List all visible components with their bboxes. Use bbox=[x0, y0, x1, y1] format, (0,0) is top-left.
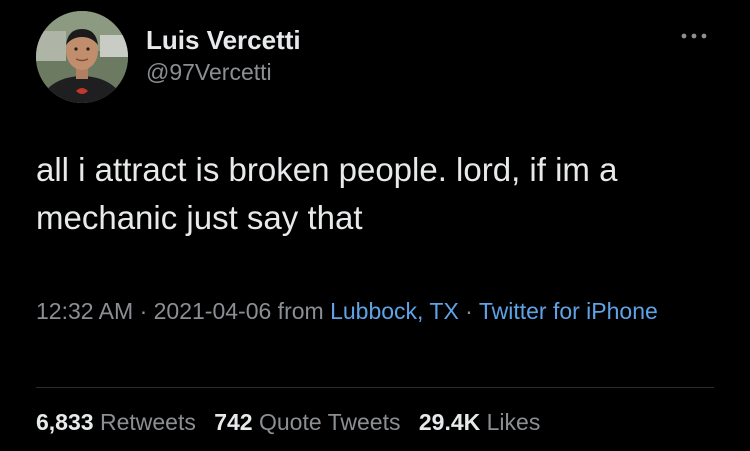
meta-separator-2: · bbox=[458, 298, 479, 324]
more-horizontal-icon[interactable] bbox=[678, 28, 710, 44]
avatar-photo bbox=[36, 11, 128, 103]
likes-label: Likes bbox=[486, 409, 541, 435]
tweet-card: Luis Vercetti @97Vercetti all i attract … bbox=[0, 0, 750, 451]
avatar[interactable] bbox=[36, 11, 128, 103]
tweet-date[interactable]: 2021-04-06 bbox=[154, 298, 272, 324]
tweet-text: all i attract is broken people. lord, if… bbox=[36, 151, 618, 236]
likes-stat[interactable]: 29.4K Likes bbox=[419, 409, 540, 435]
retweets-label: Retweets bbox=[99, 409, 196, 435]
tweet-metadata: 12:32 AM · 2021-04-06 from Lubbock, TX ·… bbox=[36, 293, 726, 330]
quote-tweets-count: 742 bbox=[214, 409, 253, 435]
retweets-stat[interactable]: 6,833 Retweets bbox=[36, 409, 196, 435]
likes-count: 29.4K bbox=[418, 409, 481, 435]
tweet-time[interactable]: 12:32 AM bbox=[36, 298, 133, 324]
quote-tweets-label: Quote Tweets bbox=[258, 409, 401, 435]
source-link[interactable]: Twitter for iPhone bbox=[479, 298, 658, 324]
divider bbox=[36, 387, 714, 388]
author-handle[interactable]: @97Vercetti bbox=[146, 59, 272, 86]
author-name[interactable]: Luis Vercetti bbox=[146, 25, 301, 56]
retweets-count: 6,833 bbox=[36, 409, 94, 435]
engagement-stats: 6,833 Retweets 742 Quote Tweets 29.4K Li… bbox=[36, 407, 552, 437]
quote-tweets-stat[interactable]: 742 Quote Tweets bbox=[214, 409, 400, 435]
location-link[interactable]: Lubbock, TX bbox=[330, 298, 459, 324]
from-label: from bbox=[271, 298, 331, 324]
meta-separator: · bbox=[133, 298, 154, 324]
